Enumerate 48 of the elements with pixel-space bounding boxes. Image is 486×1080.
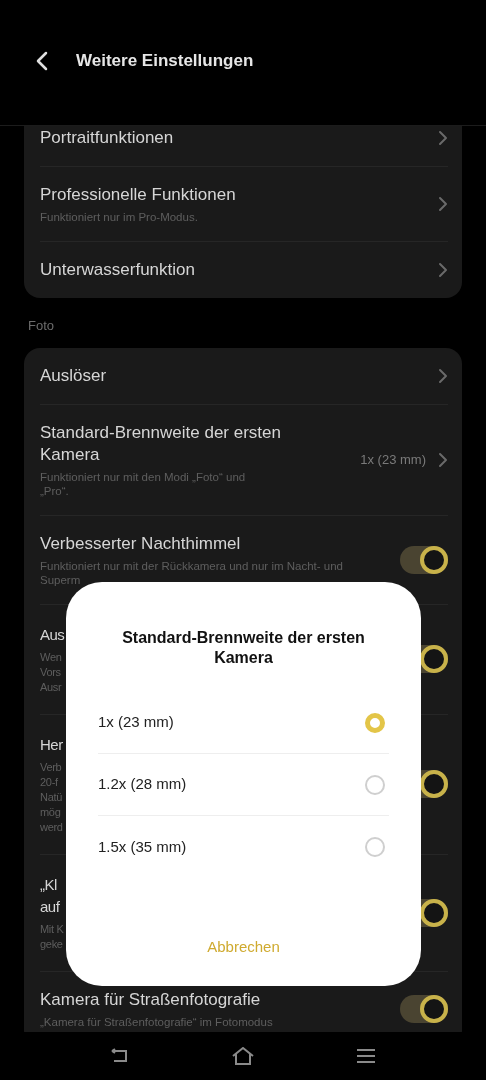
setting-title: Kamera für Straßenfotografie bbox=[40, 988, 261, 1011]
option-item[interactable]: 1.2x (28 mm) bbox=[98, 754, 389, 816]
toggle-switch[interactable] bbox=[400, 994, 448, 1023]
radio-button[interactable] bbox=[365, 774, 385, 795]
page-title: Weitere Einstellungen bbox=[76, 49, 254, 72]
menu-icon[interactable] bbox=[355, 1048, 376, 1064]
setting-title: Auslöser bbox=[40, 364, 107, 387]
setting-value: 1x (23 mm) bbox=[360, 450, 426, 469]
setting-title: Standard-Brennweite der ersten Kamera bbox=[40, 421, 282, 466]
setting-title: Aus bbox=[40, 624, 66, 645]
option-label: 1.5x (35 mm) bbox=[98, 836, 187, 857]
setting-description: Funktioniert nur mit der Rückkamera und nur im Nacht- und bbox=[40, 558, 343, 573]
setting-description: 20-f bbox=[40, 774, 58, 790]
home-icon[interactable] bbox=[231, 1047, 255, 1065]
setting-title: Portraitfunktionen bbox=[40, 127, 174, 149]
setting-description: Mit K bbox=[40, 921, 64, 937]
setting-title: Verbesserter Nachthimmel bbox=[40, 532, 241, 555]
setting-description: Funktioniert nur mit den Modi „Foto“ und bbox=[40, 469, 246, 484]
setting-title: Her bbox=[40, 734, 64, 755]
setting-title: Unterwasserfunktion bbox=[40, 259, 195, 281]
setting-title: Professionelle Funktionen bbox=[40, 184, 236, 206]
option-label: 1.2x (28 mm) bbox=[98, 774, 187, 795]
setting-description: Wen bbox=[40, 649, 62, 665]
chevron-right-icon bbox=[438, 196, 448, 212]
setting-description: Funktioniert nur im Pro-Modus. bbox=[40, 210, 198, 224]
setting-description: mög bbox=[40, 804, 61, 820]
setting-description: werd bbox=[40, 819, 63, 835]
setting-description: „Pro“. bbox=[40, 483, 69, 498]
option-item[interactable]: 1.5x (35 mm) bbox=[98, 816, 389, 878]
setting-description: Verb bbox=[40, 759, 62, 775]
setting-description: Vors bbox=[40, 664, 61, 680]
setting-description: Natü bbox=[40, 789, 63, 805]
option-item[interactable]: 1x (23 mm) bbox=[98, 692, 389, 754]
setting-description: „Kamera für Straßenfotografie“ im Fotomodus bbox=[40, 1014, 273, 1029]
toggle-switch[interactable] bbox=[400, 545, 448, 574]
section-label: Foto bbox=[27, 317, 55, 335]
chevron-right-icon bbox=[438, 130, 448, 146]
chevron-right-icon bbox=[438, 451, 448, 468]
option-label: 1x (23 mm) bbox=[98, 712, 174, 733]
setting-description: Ausr bbox=[40, 679, 62, 695]
radio-button[interactable] bbox=[365, 712, 385, 733]
setting-description: Superm bbox=[40, 572, 81, 587]
setting-description: geke bbox=[40, 936, 63, 952]
dialog-title: Standard-Brennweite der ersten Kamera bbox=[121, 628, 366, 668]
chevron-right-icon bbox=[438, 367, 448, 384]
chevron-right-icon bbox=[438, 262, 448, 278]
setting-title: „Kl auf bbox=[40, 874, 61, 917]
radio-button[interactable] bbox=[365, 837, 385, 857]
